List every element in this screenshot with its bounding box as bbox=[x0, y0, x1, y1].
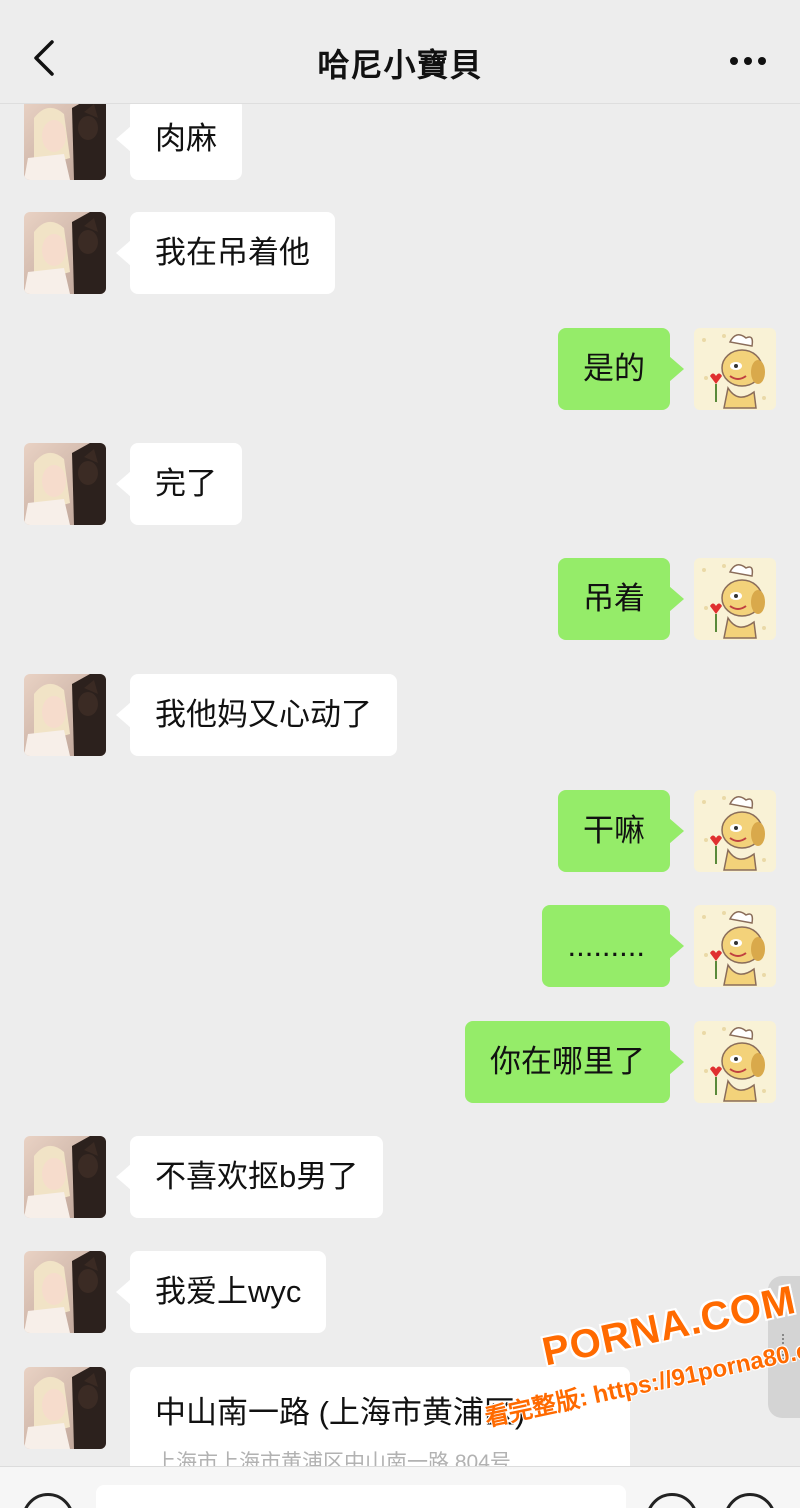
more-dots-icon bbox=[729, 53, 767, 71]
plus-icon[interactable] bbox=[724, 1493, 776, 1508]
message-bubble[interactable]: 我在吊着他 bbox=[116, 212, 335, 294]
location-address: 上海市上海市黄浦区中山南一路 804号 bbox=[155, 1451, 511, 1468]
message-bubble[interactable]: 是的 bbox=[558, 328, 684, 410]
self-avatar[interactable] bbox=[694, 558, 776, 640]
more-options-button[interactable] bbox=[726, 42, 770, 82]
chat-header: 哈尼小寶貝 bbox=[0, 0, 800, 104]
message-list[interactable]: 肉麻 我在吊着他 是的 完了 吊着 我他妈又心动了 干嘛 ......... 你… bbox=[0, 0, 800, 1468]
contact-avatar[interactable] bbox=[24, 98, 106, 180]
scroll-handle[interactable] bbox=[768, 1276, 800, 1418]
message-bubble[interactable]: 我他妈又心动了 bbox=[116, 674, 397, 756]
message-bubble[interactable]: 吊着 bbox=[558, 558, 684, 640]
message-bubble[interactable]: 干嘛 bbox=[558, 790, 684, 872]
contact-avatar[interactable] bbox=[24, 212, 106, 294]
contact-avatar[interactable] bbox=[24, 1367, 106, 1449]
contact-avatar[interactable] bbox=[24, 1251, 106, 1333]
message-bubble[interactable]: ......... bbox=[542, 905, 684, 987]
message-bubble[interactable]: 肉麻 bbox=[116, 98, 242, 180]
input-bar bbox=[0, 1466, 800, 1508]
message-bubble[interactable]: 不喜欢抠b男了 bbox=[115, 1136, 384, 1218]
location-card[interactable]: 中山南一路 (上海市黄浦区) 上海市上海市黄浦区中山南一路 804号 bbox=[130, 1367, 630, 1468]
self-avatar[interactable] bbox=[694, 790, 776, 872]
contact-avatar[interactable] bbox=[24, 443, 106, 525]
emoji-icon[interactable] bbox=[646, 1493, 698, 1508]
self-avatar[interactable] bbox=[694, 1021, 776, 1103]
contact-avatar[interactable] bbox=[24, 1136, 106, 1218]
self-avatar[interactable] bbox=[694, 905, 776, 987]
message-input[interactable] bbox=[96, 1485, 626, 1508]
message-bubble[interactable]: 我爱上wyc bbox=[115, 1251, 327, 1333]
message-bubble[interactable]: 完了 bbox=[116, 443, 242, 525]
contact-avatar[interactable] bbox=[24, 674, 106, 756]
location-title: 中山南一路 (上海市黄浦区) bbox=[155, 1395, 526, 1430]
message-bubble[interactable]: 你在哪里了 bbox=[465, 1021, 684, 1103]
voice-icon[interactable] bbox=[22, 1493, 74, 1508]
self-avatar[interactable] bbox=[694, 328, 776, 410]
grip-icon bbox=[782, 1334, 786, 1360]
chat-title: 哈尼小寶貝 bbox=[317, 47, 483, 83]
